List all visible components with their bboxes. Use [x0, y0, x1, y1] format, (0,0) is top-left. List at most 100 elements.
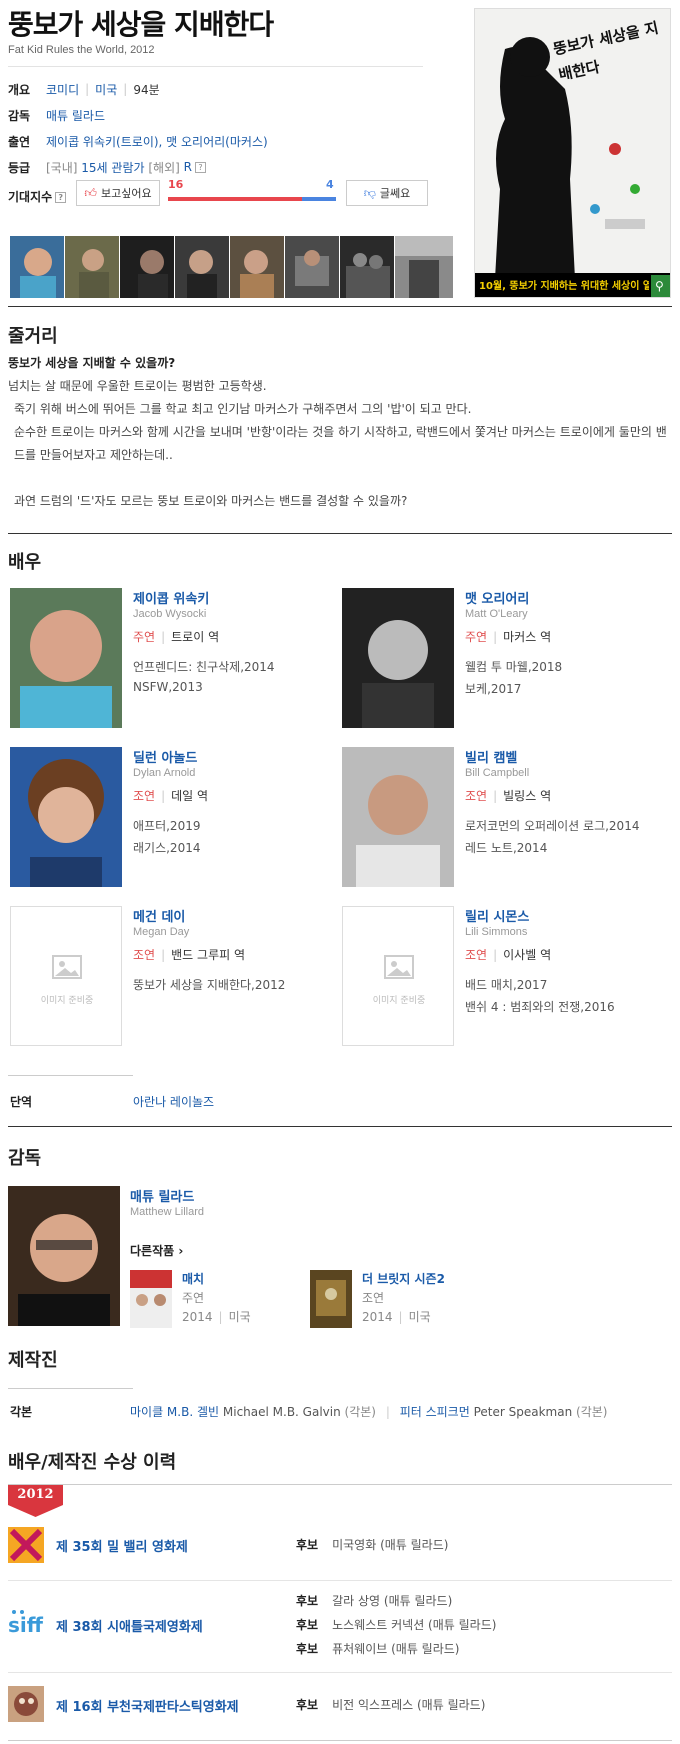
- image-placeholder-icon: [52, 955, 82, 979]
- actor-film: 애프터,2019: [133, 819, 201, 833]
- work-poster: [130, 1270, 172, 1328]
- want-button[interactable]: 👍︎ 보고싶어요: [76, 180, 160, 206]
- award-festival[interactable]: 제 38회 시애틀국제영화제: [56, 1616, 203, 1635]
- cameo-link[interactable]: 아란나 레이놀즈: [133, 1093, 214, 1110]
- director-name[interactable]: 매튜 릴라드: [130, 1186, 204, 1206]
- expect-label: 기대지수?: [8, 188, 67, 205]
- crew-link[interactable]: 피터 스피크먼: [400, 1405, 470, 1419]
- crew-en-name: Peter Speakman: [473, 1405, 573, 1419]
- help-icon[interactable]: ?: [55, 192, 67, 203]
- work-poster: [310, 1270, 352, 1328]
- work-year: 2014: [362, 1310, 393, 1324]
- overview-label: 개요: [8, 82, 31, 97]
- work-title[interactable]: 매치: [182, 1270, 312, 1289]
- still-image[interactable]: [340, 236, 395, 298]
- actor-film: NSFW,2013: [133, 680, 203, 694]
- nominee-label: 후보: [296, 1594, 319, 1608]
- award-divider: [8, 1740, 672, 1741]
- actor-card[interactable]: 딜런 아놀드 Dylan Arnold 조연 | 데일 역 애프터,2019 래기스…: [10, 747, 330, 887]
- cast-link[interactable]: 제이콥 위속키(트로이), 맷 오리어리(마커스): [46, 133, 268, 150]
- other-works-label[interactable]: 다른작품 ›: [130, 1242, 183, 1259]
- still-image[interactable]: [175, 236, 230, 298]
- actor-name[interactable]: 제이콥 위속키: [133, 588, 333, 608]
- help-icon[interactable]: ?: [194, 161, 206, 173]
- want-bar: [168, 197, 302, 201]
- actor-film: 웰컴 투 마웰,2018: [465, 660, 563, 674]
- actor-role-type: 주연: [465, 630, 488, 644]
- actor-name-en: Jacob Wysocki: [133, 608, 207, 620]
- rating-domestic-prefix: [국내]: [46, 160, 78, 175]
- crew-link[interactable]: 마이클 M.B. 겔빈: [130, 1405, 219, 1419]
- actor-film: 밴쉬 4 : 범죄와의 전쟁,2016: [465, 1000, 615, 1014]
- genre-link[interactable]: 코미디: [46, 81, 79, 98]
- director-link[interactable]: 매튜 릴라드: [46, 107, 105, 124]
- meh-button[interactable]: 👎︎ 글쎄요: [346, 180, 428, 206]
- director-label: 감독: [8, 108, 31, 123]
- want-count: 16: [168, 178, 184, 191]
- actor-name[interactable]: 맷 오리어리: [465, 588, 665, 608]
- screenplay-label: 각본: [10, 1405, 33, 1419]
- actor-film: 래기스,2014: [133, 841, 201, 855]
- synopsis-heading: 줄거리: [8, 326, 58, 347]
- still-image[interactable]: [285, 236, 340, 298]
- movie-info: 개요 코미디 | 미국 | 94분 감독 매튜 릴라드 출연 제이콥 위속키(트로이…: [8, 76, 428, 180]
- country-link[interactable]: 미국: [95, 81, 117, 98]
- actor-role: 데일 역: [171, 789, 209, 803]
- award-year: 2012: [17, 1487, 54, 1502]
- synopsis-lead: 뚱보가 세상을 지배할 수 있을까?: [8, 356, 176, 370]
- still-image[interactable]: [120, 236, 175, 298]
- director-heading: 감독: [8, 1148, 42, 1169]
- actor-card[interactable]: 빌리 캠벨 Bill Campbell 조연 | 빌링스 역 로저코먼의 오퍼레이션…: [342, 747, 662, 887]
- search-icon[interactable]: ⚲: [655, 279, 669, 295]
- chevron-right-icon: ›: [178, 1244, 184, 1258]
- crew-role: (각본): [576, 1405, 608, 1419]
- actor-role-type: 조연: [465, 948, 488, 962]
- cameo-row: 단역 아란나 레이놀즈: [8, 1075, 672, 1125]
- award-festival[interactable]: 제 35회 밀 밸리 영화제: [56, 1536, 188, 1555]
- movie-header: 뚱보가 세상을 지배한다 Fat Kid Rules the World, 20…: [8, 8, 468, 56]
- still-image[interactable]: [395, 236, 454, 298]
- info-director: 감독 매튜 릴라드: [8, 102, 428, 128]
- mill-valley-logo[interactable]: [8, 1527, 44, 1563]
- info-overview: 개요 코미디 | 미국 | 94분: [8, 81, 160, 98]
- actor-name-en: Dylan Arnold: [133, 767, 196, 779]
- actor-name[interactable]: 빌리 캠벨: [465, 747, 665, 767]
- awards-heading: 배우/제작진 수상 이력: [8, 1452, 177, 1473]
- director-photo[interactable]: [8, 1186, 120, 1326]
- actor-role: 트로이 역: [171, 630, 220, 644]
- still-image[interactable]: [230, 236, 285, 298]
- actor-name[interactable]: 딜런 아놀드: [133, 747, 333, 767]
- rating-foreign[interactable]: R: [184, 160, 192, 174]
- actor-film: 언프렌디드: 친구삭제,2014: [133, 660, 275, 674]
- actor-card[interactable]: 맷 오리어리 Matt O'Leary 주연 | 마커스 역 웰컴 투 마웰,201…: [342, 588, 662, 728]
- crew-role: (각본): [344, 1405, 376, 1419]
- no-image-text: 이미지 준비중: [40, 996, 94, 1006]
- thumbs-up-icon: 👍︎: [84, 185, 97, 200]
- rating-domestic[interactable]: 15세 관람가: [81, 159, 144, 176]
- award-festival[interactable]: 제 16회 부천국제판타스틱영화제: [56, 1696, 239, 1715]
- actor-role-type: 조연: [133, 789, 156, 803]
- actor-name-en: Matt O'Leary: [465, 608, 528, 620]
- actor-role-type: 조연: [133, 948, 156, 962]
- work-year: 2014: [182, 1310, 213, 1324]
- award-item: 제 35회 밀 밸리 영화제 후보 미국영화 (매튜 릴라드): [8, 1523, 672, 1585]
- nominee-label: 후보: [296, 1538, 319, 1552]
- still-image[interactable]: [10, 236, 65, 298]
- still-image[interactable]: [65, 236, 120, 298]
- movie-poster[interactable]: 뚱보가 세상을 지배한다 10월, 뚱보가 지배하는 위대한 세상이 열린다 ⚲: [474, 8, 671, 298]
- actor-role: 빌링스 역: [503, 789, 552, 803]
- actor-name[interactable]: 릴리 시몬스: [465, 906, 665, 926]
- actor-card[interactable]: 제이콥 위속키 Jacob Wysocki 주연 | 트로이 역 언프렌디드: 친구…: [10, 588, 330, 728]
- actor-name[interactable]: 메건 데이: [133, 906, 333, 926]
- actor-card[interactable]: 이미지 준비중 메건 데이 Megan Day 조연 | 밴드 그루피 역 뚱보가 …: [10, 906, 330, 1046]
- bifan-logo[interactable]: [8, 1686, 44, 1722]
- cast-label: 출연: [8, 134, 31, 149]
- work-title[interactable]: 더 브릿지 시즌2: [362, 1270, 492, 1289]
- actor-card[interactable]: 이미지 준비중 릴리 시몬스 Lili Simmons 조연 | 이사벨 역 배드 …: [342, 906, 662, 1046]
- siff-logo[interactable]: siff: [8, 1604, 44, 1640]
- award-item: 제 16회 부천국제판타스틱영화제 후보 비전 익스프레스 (매튜 릴라드): [8, 1672, 672, 1734]
- actor-photo: [342, 747, 454, 887]
- meh-bar: [302, 197, 336, 201]
- crew-row: 각본 마이클 M.B. 겔빈 Michael M.B. Galvin (각본) …: [8, 1388, 672, 1434]
- actor-role-type: 조연: [465, 789, 488, 803]
